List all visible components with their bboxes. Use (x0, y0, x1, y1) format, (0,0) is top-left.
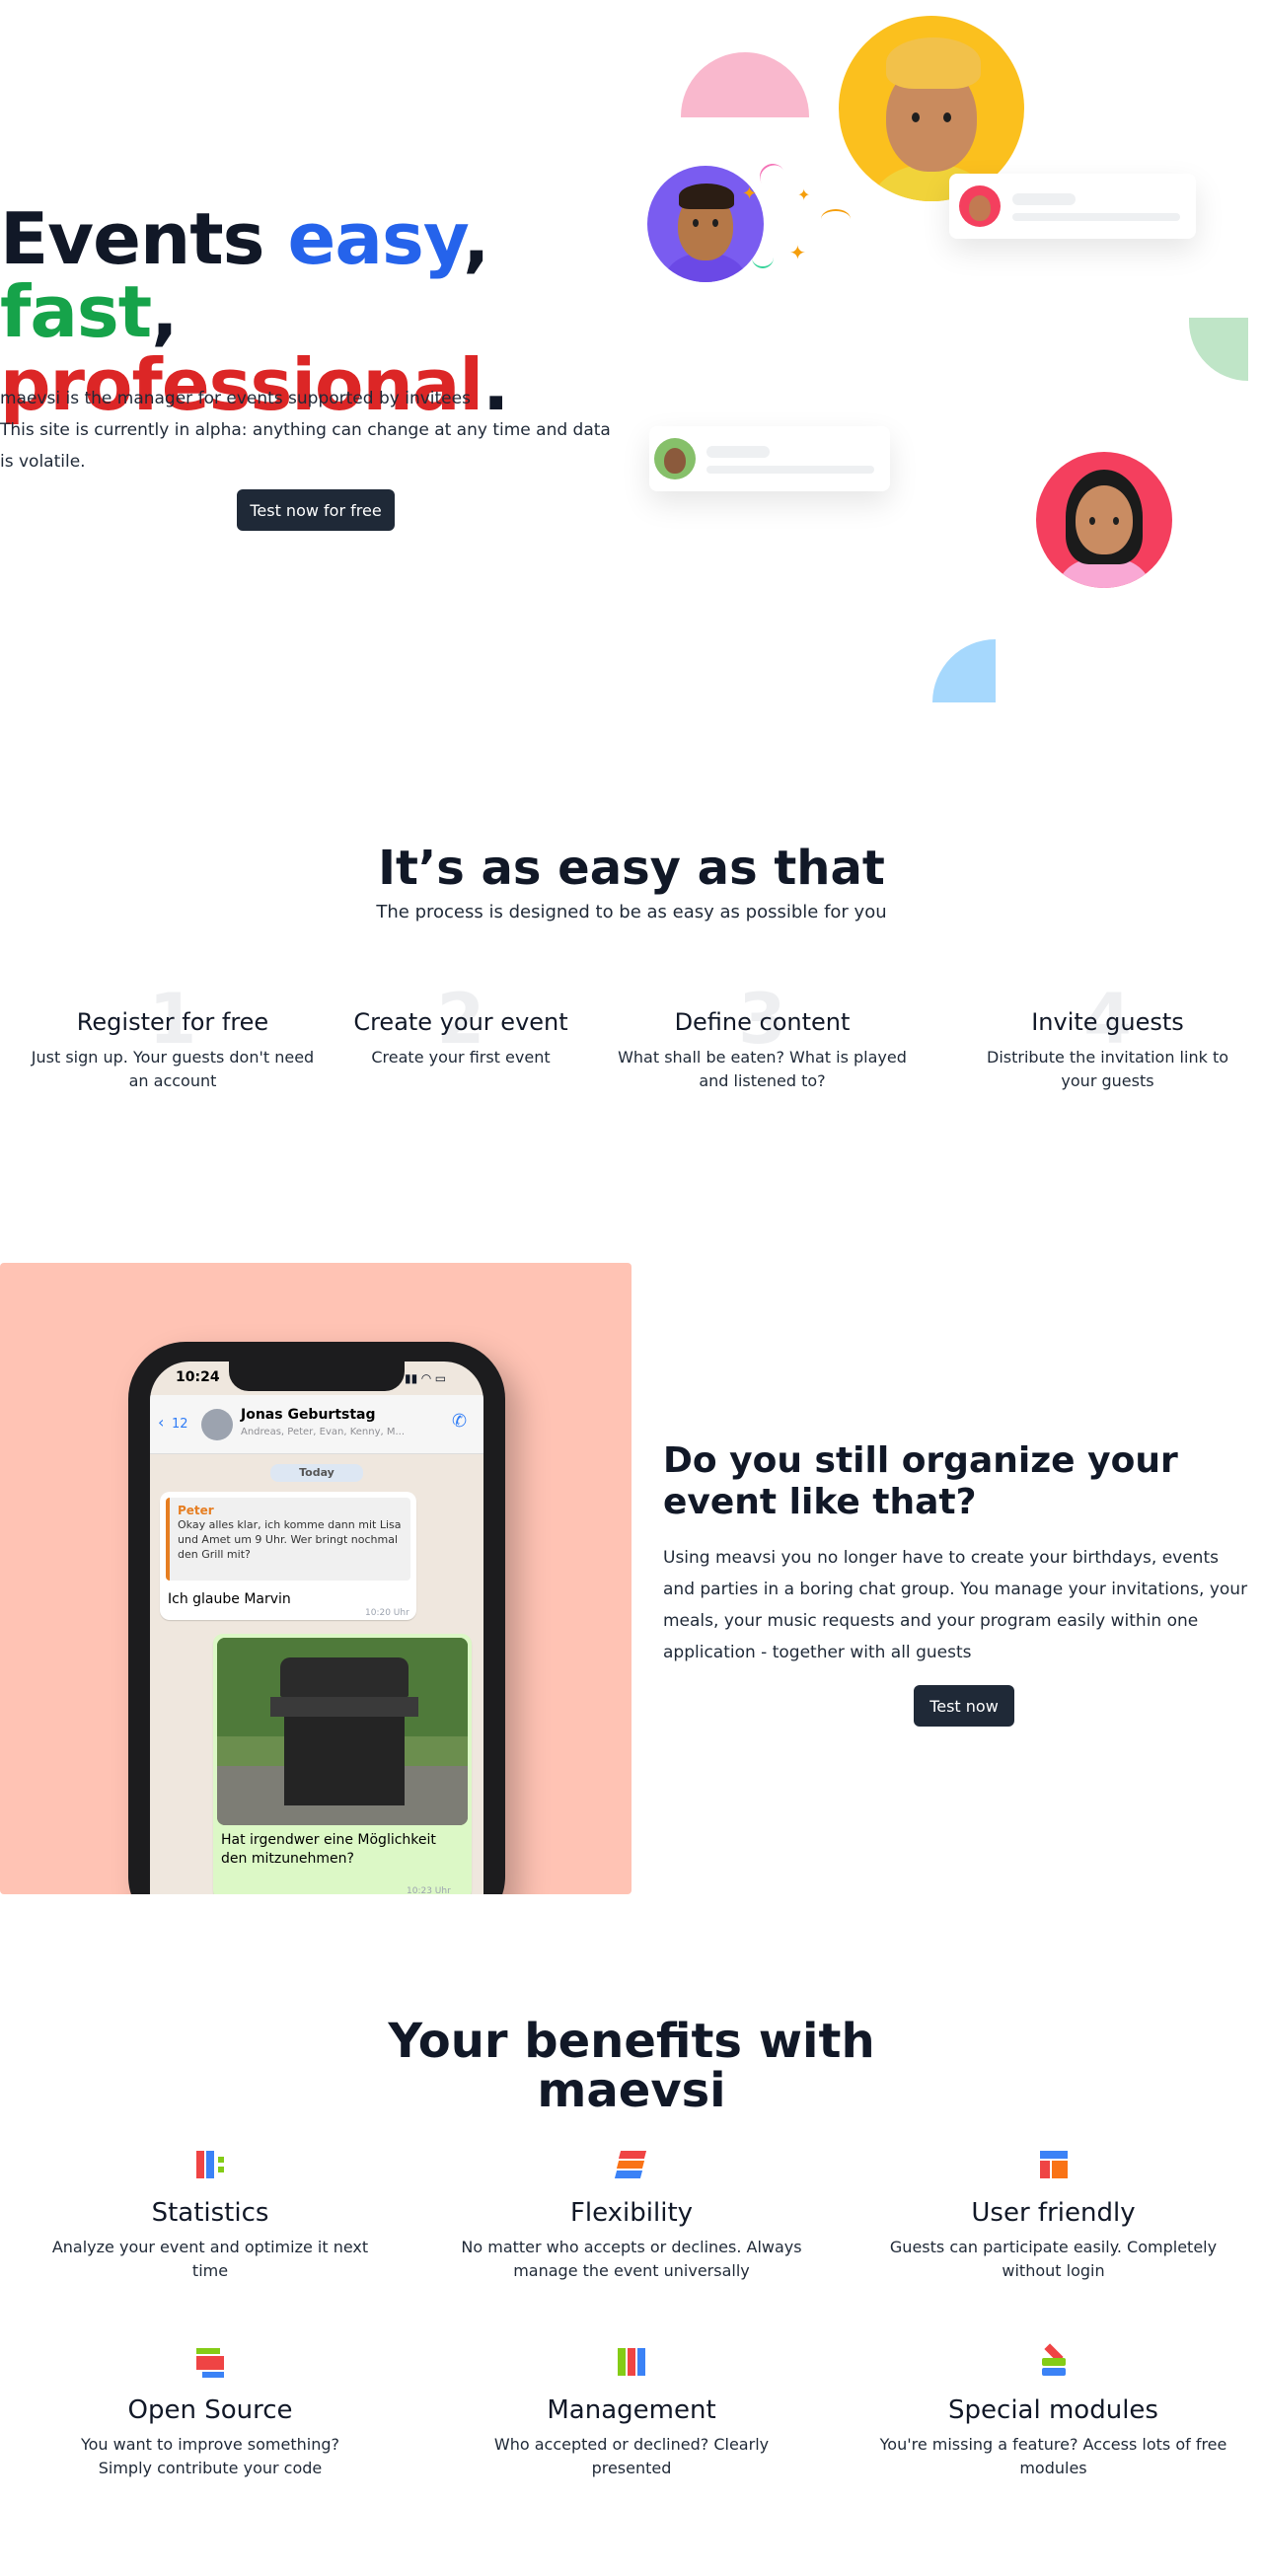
test-now-button[interactable]: Test now (914, 1685, 1014, 1727)
hero-title-events: Events (0, 197, 288, 280)
step-title: Create your event (353, 1008, 568, 1036)
placeholder-card (949, 174, 1196, 239)
step-title: Invite guests (1031, 1008, 1184, 1036)
statistics-icon (192, 2147, 228, 2182)
user-friendly-icon (1036, 2147, 1072, 2182)
add-call-icon[interactable]: ✆ (452, 1411, 467, 1432)
phone-mockup: 10:24 ▮▮ ◠ ▭ ‹ 12 Jonas Geburtstag Andre… (128, 1342, 505, 1894)
grill-photo[interactable] (217, 1638, 468, 1825)
process-subtitle: The process is designed to be as easy as… (376, 902, 887, 922)
organize-text: Using meavsi you no longer have to creat… (663, 1548, 1248, 1662)
flexibility-icon (614, 2147, 649, 2182)
benefit-title: User friendly (971, 2198, 1136, 2228)
date-divider: Today (270, 1464, 363, 1482)
step-define-content: 3 Define content What shall be eaten? Wh… (612, 985, 913, 1093)
benefit-title: Statistics (151, 2198, 269, 2228)
back-chevron-icon[interactable]: ‹ (158, 1413, 164, 1432)
step-description: What shall be eaten? What is played and … (618, 1048, 907, 1090)
benefit-title: Special modules (948, 2395, 1158, 2425)
benefit-description: You want to improve something? Simply co… (80, 2435, 339, 2477)
phone-status-time: 10:24 (176, 1369, 220, 1385)
benefit-open-source: Open Source You want to improve somethin… (52, 2344, 368, 2480)
signal-wifi-battery-icon: ▮▮ ◠ ▭ (405, 1371, 447, 1385)
benefit-title: Open Source (127, 2395, 293, 2425)
group-avatar (201, 1409, 233, 1440)
avatar-small (959, 185, 1001, 227)
avatar-girl-red (1036, 452, 1172, 588)
special-modules-icon (1036, 2343, 1072, 2380)
benefits-title: Your benefits with maevsi (388, 2014, 875, 2118)
hero-title-fast: fast (0, 270, 152, 353)
benefit-title: Flexibility (569, 2198, 694, 2228)
image-caption: Hat irgendwer eine Möglichkeit den mitzu… (221, 1832, 436, 1867)
benefit-description: Who accepted or declined? Clearly presen… (493, 2435, 770, 2477)
message-bubble-outgoing: Hat irgendwer eine Möglichkeit den mitzu… (213, 1634, 472, 1894)
management-icon (614, 2344, 649, 2380)
step-description: Distribute the invitation link to your g… (987, 1048, 1228, 1090)
step-title: Register for free (76, 1008, 269, 1036)
avatar-small (654, 438, 696, 479)
chat-illustration-panel: 10:24 ▮▮ ◠ ▭ ‹ 12 Jonas Geburtstag Andre… (0, 1263, 632, 1894)
benefit-special-modules: Special modules You're missing a feature… (868, 2343, 1238, 2480)
hero-title-comma: , (151, 270, 178, 353)
confetti-decoration (755, 159, 790, 194)
hero-title-easy: easy (287, 197, 465, 280)
benefit-user-friendly: User friendly Guests can participate eas… (868, 2147, 1238, 2283)
benefit-title: Management (547, 2395, 716, 2425)
benefit-description: Analyze your event and optimize it next … (51, 2238, 369, 2280)
organize-title: Do you still organize your event like th… (663, 1440, 1178, 1522)
hero-title-comma: , (463, 197, 489, 280)
step-description: Just sign up. Your guests don't need an … (31, 1048, 315, 1090)
chat-members: Andreas, Peter, Evan, Kenny, M... (241, 1427, 406, 1437)
benefit-management: Management Who accepted or declined? Cle… (454, 2344, 809, 2480)
sparkle-icon: ✦ (789, 241, 806, 264)
placeholder-card (649, 426, 890, 491)
benefit-description: You're missing a feature? Access lots of… (879, 2435, 1227, 2477)
chat-header: ‹ 12 Jonas Geburtstag Andreas, Peter, Ev… (150, 1395, 483, 1454)
hero-subtitle-line: maevsi is the manager for events support… (0, 389, 471, 408)
hero-subtitle-line: This site is currently in alpha: anythin… (0, 420, 611, 472)
step-description: Create your first event (371, 1048, 551, 1067)
sparkle-icon: ✦ (742, 184, 758, 204)
phone-notch (229, 1362, 405, 1391)
green-quarter-circle-decoration (1189, 318, 1248, 381)
confetti-decoration (821, 209, 851, 229)
benefit-description: Guests can participate easily. Completel… (889, 2238, 1218, 2280)
quote-text: Okay alles klar, ich komme dann mit Lisa… (178, 1518, 402, 1561)
test-now-for-free-button[interactable]: Test now for free (237, 489, 395, 531)
step-invite-guests: 4 Invite guests Distribute the invitatio… (987, 985, 1228, 1093)
step-title: Define content (674, 1008, 851, 1036)
pink-half-circle-decoration (681, 52, 809, 117)
message-time: 10:20 Uhr (365, 1608, 409, 1618)
blue-quarter-circle-decoration (932, 639, 996, 702)
phone-screen: 10:24 ▮▮ ◠ ▭ ‹ 12 Jonas Geburtstag Andre… (150, 1362, 483, 1894)
benefit-statistics: Statistics Analyze your event and optimi… (33, 2147, 388, 2283)
message-time: 10:23 Uhr (407, 1886, 451, 1894)
chat-name: Jonas Geburtstag (241, 1407, 376, 1423)
step-create-event: 2 Create your event Create your first ev… (350, 985, 571, 1069)
benefit-flexibility: Flexibility No matter who accepts or dec… (454, 2147, 809, 2283)
step-register: 1 Register for free Just sign up. Your g… (25, 985, 321, 1093)
message-bubble-incoming: Peter Okay alles klar, ich komme dann mi… (160, 1492, 416, 1620)
open-source-icon (192, 2344, 228, 2380)
hero-subtitle: maevsi is the manager for events support… (0, 383, 622, 478)
benefit-description: No matter who accepts or declines. Alway… (461, 2238, 802, 2280)
sparkle-icon: ✦ (797, 185, 811, 204)
confetti-decoration (752, 247, 774, 268)
back-count[interactable]: 12 (172, 1417, 188, 1432)
quoted-message: Peter Okay alles klar, ich komme dann mi… (166, 1498, 410, 1581)
process-title: It’s as easy as that (378, 841, 885, 896)
reply-text: Ich glaube Marvin (168, 1591, 291, 1607)
